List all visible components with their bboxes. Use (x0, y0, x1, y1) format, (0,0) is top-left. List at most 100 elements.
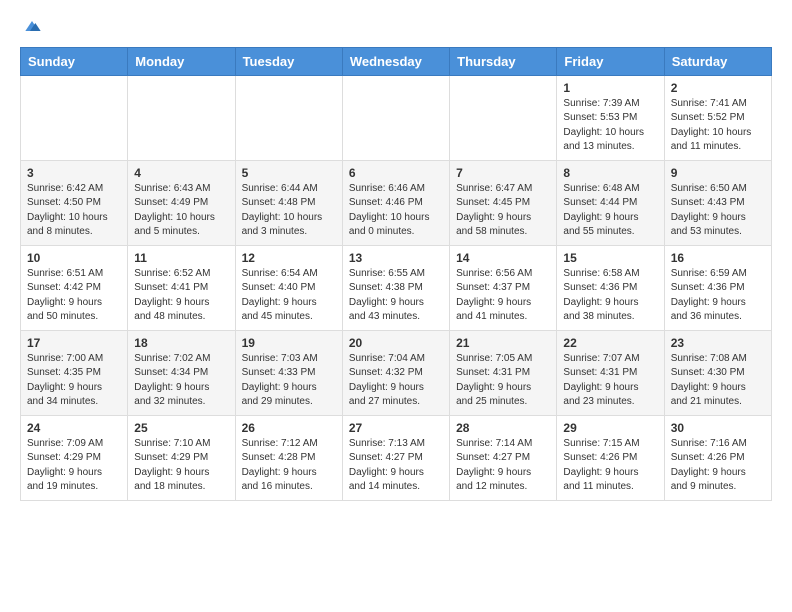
day-number: 5 (242, 166, 336, 180)
header-saturday: Saturday (664, 47, 771, 75)
day-info: Sunrise: 6:52 AM Sunset: 4:41 PM Dayligh… (134, 267, 228, 325)
day-cell: 12 Sunrise: 6:54 AM Sunset: 4:40 PM Dayli… (235, 245, 342, 330)
day-cell: 20Sunrise: 7:04 AM Sunset: 4:32 PM Dayli… (342, 330, 449, 415)
day-number: 26 (242, 421, 336, 435)
day-info: Sunrise: 6:46 AM Sunset: 4:46 PM Dayligh… (349, 182, 443, 240)
day-info: Sunrise: 7:07 AM Sunset: 4:31 PM Dayligh… (563, 352, 657, 410)
day-info: Sunrise: 6:47 AM Sunset: 4:45 PM Dayligh… (456, 182, 550, 240)
day-cell: 23 Sunrise: 7:08 AM Sunset: 4:30 PM Dayli… (664, 330, 771, 415)
week-row-2: 10Sunrise: 6:51 AM Sunset: 4:42 PM Dayli… (21, 245, 772, 330)
day-cell: 30Sunrise: 7:16 AM Sunset: 4:26 PM Dayli… (664, 415, 771, 500)
week-row-4: 24 Sunrise: 7:09 AM Sunset: 4:29 PM Dayli… (21, 415, 772, 500)
header-row: SundayMondayTuesdayWednesdayThursdayFrid… (21, 47, 772, 75)
day-cell (342, 75, 449, 160)
day-number: 14 (456, 251, 550, 265)
day-info: Sunrise: 7:15 AM Sunset: 4:26 PM Dayligh… (563, 437, 657, 495)
day-cell: 15Sunrise: 6:58 AM Sunset: 4:36 PM Dayli… (557, 245, 664, 330)
day-number: 2 (671, 81, 765, 95)
day-cell: 10Sunrise: 6:51 AM Sunset: 4:42 PM Dayli… (21, 245, 128, 330)
day-info: Sunrise: 6:44 AM Sunset: 4:48 PM Dayligh… (242, 182, 336, 240)
day-info: Sunrise: 7:13 AM Sunset: 4:27 PM Dayligh… (349, 437, 443, 495)
logo-text (20, 16, 42, 41)
day-info: Sunrise: 7:09 AM Sunset: 4:29 PM Dayligh… (27, 437, 121, 495)
week-row-3: 17 Sunrise: 7:00 AM Sunset: 4:35 PM Dayli… (21, 330, 772, 415)
day-cell: 7 Sunrise: 6:47 AM Sunset: 4:45 PM Daylig… (450, 160, 557, 245)
week-row-0: 1 Sunrise: 7:39 AM Sunset: 5:53 PM Daylig… (21, 75, 772, 160)
day-cell: 1 Sunrise: 7:39 AM Sunset: 5:53 PM Daylig… (557, 75, 664, 160)
day-number: 1 (563, 81, 657, 95)
day-number: 23 (671, 336, 765, 350)
day-info: Sunrise: 6:56 AM Sunset: 4:37 PM Dayligh… (456, 267, 550, 325)
header-tuesday: Tuesday (235, 47, 342, 75)
week-row-1: 3 Sunrise: 6:42 AM Sunset: 4:50 PM Daylig… (21, 160, 772, 245)
day-number: 28 (456, 421, 550, 435)
day-info: Sunrise: 7:04 AM Sunset: 4:32 PM Dayligh… (349, 352, 443, 410)
day-cell: 25 Sunrise: 7:10 AM Sunset: 4:29 PM Dayli… (128, 415, 235, 500)
day-info: Sunrise: 7:10 AM Sunset: 4:29 PM Dayligh… (134, 437, 228, 495)
day-cell (450, 75, 557, 160)
day-info: Sunrise: 7:14 AM Sunset: 4:27 PM Dayligh… (456, 437, 550, 495)
day-info: Sunrise: 6:54 AM Sunset: 4:40 PM Dayligh… (242, 267, 336, 325)
calendar-body: 1 Sunrise: 7:39 AM Sunset: 5:53 PM Daylig… (21, 75, 772, 500)
day-info: Sunrise: 7:00 AM Sunset: 4:35 PM Dayligh… (27, 352, 121, 410)
day-cell: 21Sunrise: 7:05 AM Sunset: 4:31 PM Dayli… (450, 330, 557, 415)
day-cell: 22 Sunrise: 7:07 AM Sunset: 4:31 PM Dayli… (557, 330, 664, 415)
day-number: 7 (456, 166, 550, 180)
day-cell: 4Sunrise: 6:43 AM Sunset: 4:49 PM Daylig… (128, 160, 235, 245)
day-cell: 14 Sunrise: 6:56 AM Sunset: 4:37 PM Dayli… (450, 245, 557, 330)
day-cell: 16 Sunrise: 6:59 AM Sunset: 4:36 PM Dayli… (664, 245, 771, 330)
day-number: 19 (242, 336, 336, 350)
day-number: 6 (349, 166, 443, 180)
day-number: 24 (27, 421, 121, 435)
day-number: 17 (27, 336, 121, 350)
day-number: 22 (563, 336, 657, 350)
day-cell: 17 Sunrise: 7:00 AM Sunset: 4:35 PM Dayli… (21, 330, 128, 415)
day-number: 25 (134, 421, 228, 435)
day-info: Sunrise: 7:08 AM Sunset: 4:30 PM Dayligh… (671, 352, 765, 410)
day-cell (21, 75, 128, 160)
logo-icon (22, 16, 42, 36)
header-monday: Monday (128, 47, 235, 75)
day-info: Sunrise: 6:48 AM Sunset: 4:44 PM Dayligh… (563, 182, 657, 240)
day-number: 27 (349, 421, 443, 435)
day-number: 9 (671, 166, 765, 180)
day-cell: 2Sunrise: 7:41 AM Sunset: 5:52 PM Daylig… (664, 75, 771, 160)
day-cell: 9 Sunrise: 6:50 AM Sunset: 4:43 PM Daylig… (664, 160, 771, 245)
day-number: 13 (349, 251, 443, 265)
day-number: 3 (27, 166, 121, 180)
day-info: Sunrise: 7:16 AM Sunset: 4:26 PM Dayligh… (671, 437, 765, 495)
header-wednesday: Wednesday (342, 47, 449, 75)
day-number: 16 (671, 251, 765, 265)
day-cell (235, 75, 342, 160)
day-cell: 18Sunrise: 7:02 AM Sunset: 4:34 PM Dayli… (128, 330, 235, 415)
day-info: Sunrise: 7:39 AM Sunset: 5:53 PM Dayligh… (563, 97, 657, 155)
day-info: Sunrise: 6:59 AM Sunset: 4:36 PM Dayligh… (671, 267, 765, 325)
day-info: Sunrise: 6:42 AM Sunset: 4:50 PM Dayligh… (27, 182, 121, 240)
day-cell: 6 Sunrise: 6:46 AM Sunset: 4:46 PM Daylig… (342, 160, 449, 245)
day-cell: 13 Sunrise: 6:55 AM Sunset: 4:38 PM Dayli… (342, 245, 449, 330)
calendar-header: SundayMondayTuesdayWednesdayThursdayFrid… (21, 47, 772, 75)
day-info: Sunrise: 6:50 AM Sunset: 4:43 PM Dayligh… (671, 182, 765, 240)
day-cell: 3 Sunrise: 6:42 AM Sunset: 4:50 PM Daylig… (21, 160, 128, 245)
day-info: Sunrise: 6:58 AM Sunset: 4:36 PM Dayligh… (563, 267, 657, 325)
day-info: Sunrise: 7:03 AM Sunset: 4:33 PM Dayligh… (242, 352, 336, 410)
day-number: 29 (563, 421, 657, 435)
day-info: Sunrise: 6:55 AM Sunset: 4:38 PM Dayligh… (349, 267, 443, 325)
calendar-table: SundayMondayTuesdayWednesdayThursdayFrid… (20, 47, 772, 501)
day-cell: 11Sunrise: 6:52 AM Sunset: 4:41 PM Dayli… (128, 245, 235, 330)
day-number: 8 (563, 166, 657, 180)
day-number: 18 (134, 336, 228, 350)
day-cell: 19 Sunrise: 7:03 AM Sunset: 4:33 PM Dayli… (235, 330, 342, 415)
day-number: 10 (27, 251, 121, 265)
day-cell: 8 Sunrise: 6:48 AM Sunset: 4:44 PM Daylig… (557, 160, 664, 245)
day-cell: 28 Sunrise: 7:14 AM Sunset: 4:27 PM Dayli… (450, 415, 557, 500)
day-number: 21 (456, 336, 550, 350)
day-info: Sunrise: 7:12 AM Sunset: 4:28 PM Dayligh… (242, 437, 336, 495)
day-cell: 27 Sunrise: 7:13 AM Sunset: 4:27 PM Dayli… (342, 415, 449, 500)
header-sunday: Sunday (21, 47, 128, 75)
day-cell: 26 Sunrise: 7:12 AM Sunset: 4:28 PM Dayli… (235, 415, 342, 500)
header-thursday: Thursday (450, 47, 557, 75)
day-number: 4 (134, 166, 228, 180)
day-number: 12 (242, 251, 336, 265)
day-cell (128, 75, 235, 160)
